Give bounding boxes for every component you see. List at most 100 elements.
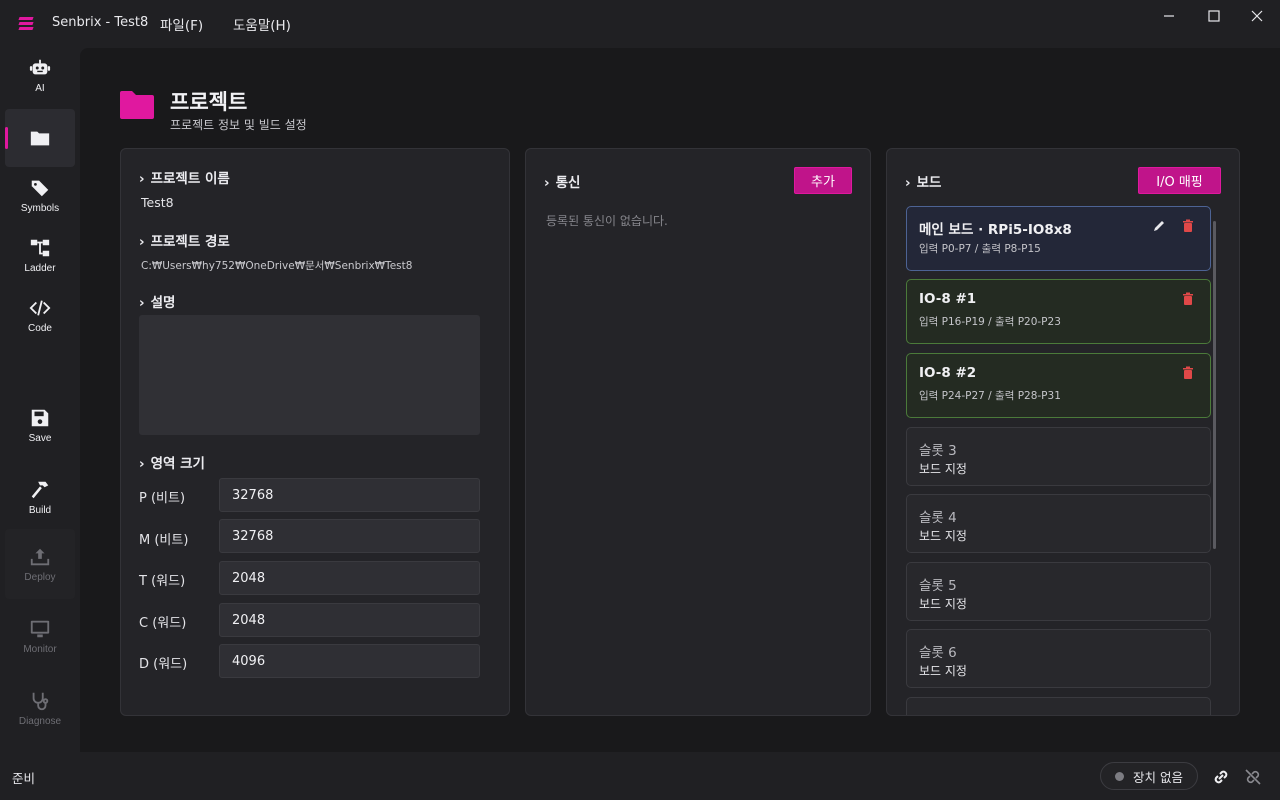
close-icon <box>1251 10 1263 22</box>
board-card-title: IO-8 #2 <box>919 365 977 381</box>
chevron-right-icon: › <box>905 175 911 191</box>
trash-icon[interactable] <box>1181 219 1195 233</box>
area-label-m: M (비트) <box>139 533 189 548</box>
status-dot-icon <box>1115 771 1124 781</box>
nav-deploy[interactable]: Deploy <box>5 529 75 599</box>
board-slot-partial[interactable] <box>906 697 1211 715</box>
board-card-main[interactable]: 메인 보드 · RPi5-IO8x8 입력 P0-P7 / 출력 P8-P15 <box>906 206 1211 271</box>
board-card-io-range: 입력 P16-P19 / 출력 P20-P23 <box>919 316 1061 328</box>
nav-label-symbols: Symbols <box>20 202 60 214</box>
main-content: 프로젝트 프로젝트 정보 및 빌드 설정 › 프로젝트 이름 Test8 › 프로젝… <box>80 48 1280 752</box>
minimize-button[interactable] <box>1146 0 1192 32</box>
io-mapping-button[interactable]: I/O 매핑 <box>1138 167 1221 194</box>
area-label-p: P (비트) <box>139 491 186 506</box>
nav-symbols[interactable]: Symbols <box>5 166 75 224</box>
board-card-io-range: 입력 P24-P27 / 출력 P28-P31 <box>919 390 1061 402</box>
slot-title: 슬롯 3 <box>919 443 957 459</box>
area-input-d[interactable]: 4096 <box>219 644 480 678</box>
board-card-io8-2[interactable]: IO-8 #2 입력 P24-P27 / 출력 P28-P31 <box>906 353 1211 418</box>
maximize-icon <box>1208 10 1220 22</box>
monitor-icon <box>30 620 50 637</box>
board-slot-6[interactable]: 슬롯 6 보드 지정 <box>906 629 1211 688</box>
description-heading[interactable]: › 설명 <box>139 291 175 311</box>
area-input-c[interactable]: 2048 <box>219 603 480 637</box>
area-label-d: D (워드) <box>139 657 188 672</box>
edit-icon[interactable] <box>1152 219 1166 233</box>
nav-save[interactable]: Save <box>5 396 75 454</box>
communication-heading[interactable]: › 통신 <box>544 171 580 191</box>
slot-title: 슬롯 6 <box>919 645 957 661</box>
slot-assign-label: 보드 지정 <box>919 529 967 543</box>
nav-project[interactable] <box>5 109 75 167</box>
area-input-m[interactable]: 32768 <box>219 519 480 553</box>
link-icon[interactable] <box>1211 767 1231 787</box>
title-bar: Senbrix - Test8 파일(F) 도움말(H) <box>0 0 1280 48</box>
sidebar: AI Symbols Ladder Code Save Build Deploy… <box>0 48 80 754</box>
status-text: 준비 <box>12 771 36 786</box>
add-communication-button[interactable]: 추가 <box>794 167 852 194</box>
area-input-t[interactable]: 2048 <box>219 561 480 595</box>
nav-monitor[interactable]: Monitor <box>5 601 75 671</box>
nav-label-save: Save <box>28 432 52 444</box>
board-slot-4[interactable]: 슬롯 4 보드 지정 <box>906 494 1211 553</box>
folder-icon <box>30 131 50 146</box>
communication-panel: › 통신 추가 등록된 통신이 없습니다. <box>525 148 871 716</box>
nav-code[interactable]: Code <box>5 286 75 344</box>
area-input-p[interactable]: 32768 <box>219 478 480 512</box>
code-icon <box>29 299 51 316</box>
device-status-label: 장치 없음 <box>1133 769 1183 785</box>
board-card-title: IO-8 #1 <box>919 291 977 307</box>
trash-icon[interactable] <box>1181 366 1195 380</box>
board-slot-3[interactable]: 슬롯 3 보드 지정 <box>906 427 1211 486</box>
slot-assign-label: 보드 지정 <box>919 462 967 476</box>
nav-label-deploy: Deploy <box>24 571 56 583</box>
chevron-right-icon: › <box>139 171 145 187</box>
upload-icon <box>30 548 50 565</box>
project-name-heading[interactable]: › 프로젝트 이름 <box>139 167 230 187</box>
nav-ai[interactable]: AI <box>5 46 75 104</box>
nav-ladder[interactable]: Ladder <box>5 226 75 284</box>
robot-icon <box>29 59 51 74</box>
device-status-pill[interactable]: 장치 없음 <box>1100 762 1198 790</box>
chevron-right-icon: › <box>544 175 550 191</box>
stethoscope-icon <box>32 692 49 710</box>
page-title: 프로젝트 <box>170 90 248 114</box>
board-slot-5[interactable]: 슬롯 5 보드 지정 <box>906 562 1211 621</box>
description-textarea[interactable] <box>139 315 480 435</box>
tag-icon <box>31 180 49 196</box>
project-path-value: C:₩Users₩hy752₩OneDrive₩문서₩Senbrix₩Test8 <box>141 260 413 272</box>
board-card-io8-1[interactable]: IO-8 #1 입력 P16-P19 / 출력 P20-P23 <box>906 279 1211 344</box>
board-heading[interactable]: › 보드 <box>905 171 941 191</box>
nav-label-diagnose: Diagnose <box>18 715 62 727</box>
slot-assign-label: 보드 지정 <box>919 664 967 678</box>
empty-communication-message: 등록된 통신이 없습니다. <box>546 214 668 228</box>
nav-label-ladder: Ladder <box>24 262 56 274</box>
nav-diagnose[interactable]: Diagnose <box>5 673 75 743</box>
close-button[interactable] <box>1234 0 1280 32</box>
minimize-icon <box>1164 15 1174 17</box>
project-path-heading[interactable]: › 프로젝트 경로 <box>139 230 230 250</box>
nav-build[interactable]: Build <box>5 468 75 526</box>
project-panel: › 프로젝트 이름 Test8 › 프로젝트 경로 C:₩Users₩hy752₩O… <box>120 148 510 716</box>
nav-label-ai: AI <box>35 82 45 94</box>
folder-icon <box>120 91 154 119</box>
chevron-right-icon: › <box>139 295 145 311</box>
board-panel: › 보드 I/O 매핑 메인 보드 · RPi5-IO8x8 입력 P0-P7 /… <box>886 148 1240 716</box>
trash-icon[interactable] <box>1181 292 1195 306</box>
maximize-button[interactable] <box>1191 0 1237 32</box>
area-size-heading[interactable]: › 영역 크기 <box>139 452 205 472</box>
area-label-t: T (워드) <box>139 574 186 589</box>
board-list-scrollbar[interactable] <box>1213 221 1216 549</box>
slot-title: 슬롯 4 <box>919 510 957 526</box>
slot-assign-label: 보드 지정 <box>919 597 967 611</box>
save-icon <box>31 409 49 426</box>
chevron-right-icon: › <box>139 456 145 472</box>
menu-file[interactable]: 파일(F) <box>160 14 203 34</box>
unlink-icon[interactable] <box>1243 767 1263 787</box>
status-bar: 준비 장치 없음 <box>0 754 1280 800</box>
area-label-c: C (워드) <box>139 616 187 631</box>
menu-help[interactable]: 도움말(H) <box>233 14 291 34</box>
project-name-value: Test8 <box>141 195 174 210</box>
board-card-io-range: 입력 P0-P7 / 출력 P8-P15 <box>919 243 1041 255</box>
nav-label-monitor: Monitor <box>23 643 57 655</box>
